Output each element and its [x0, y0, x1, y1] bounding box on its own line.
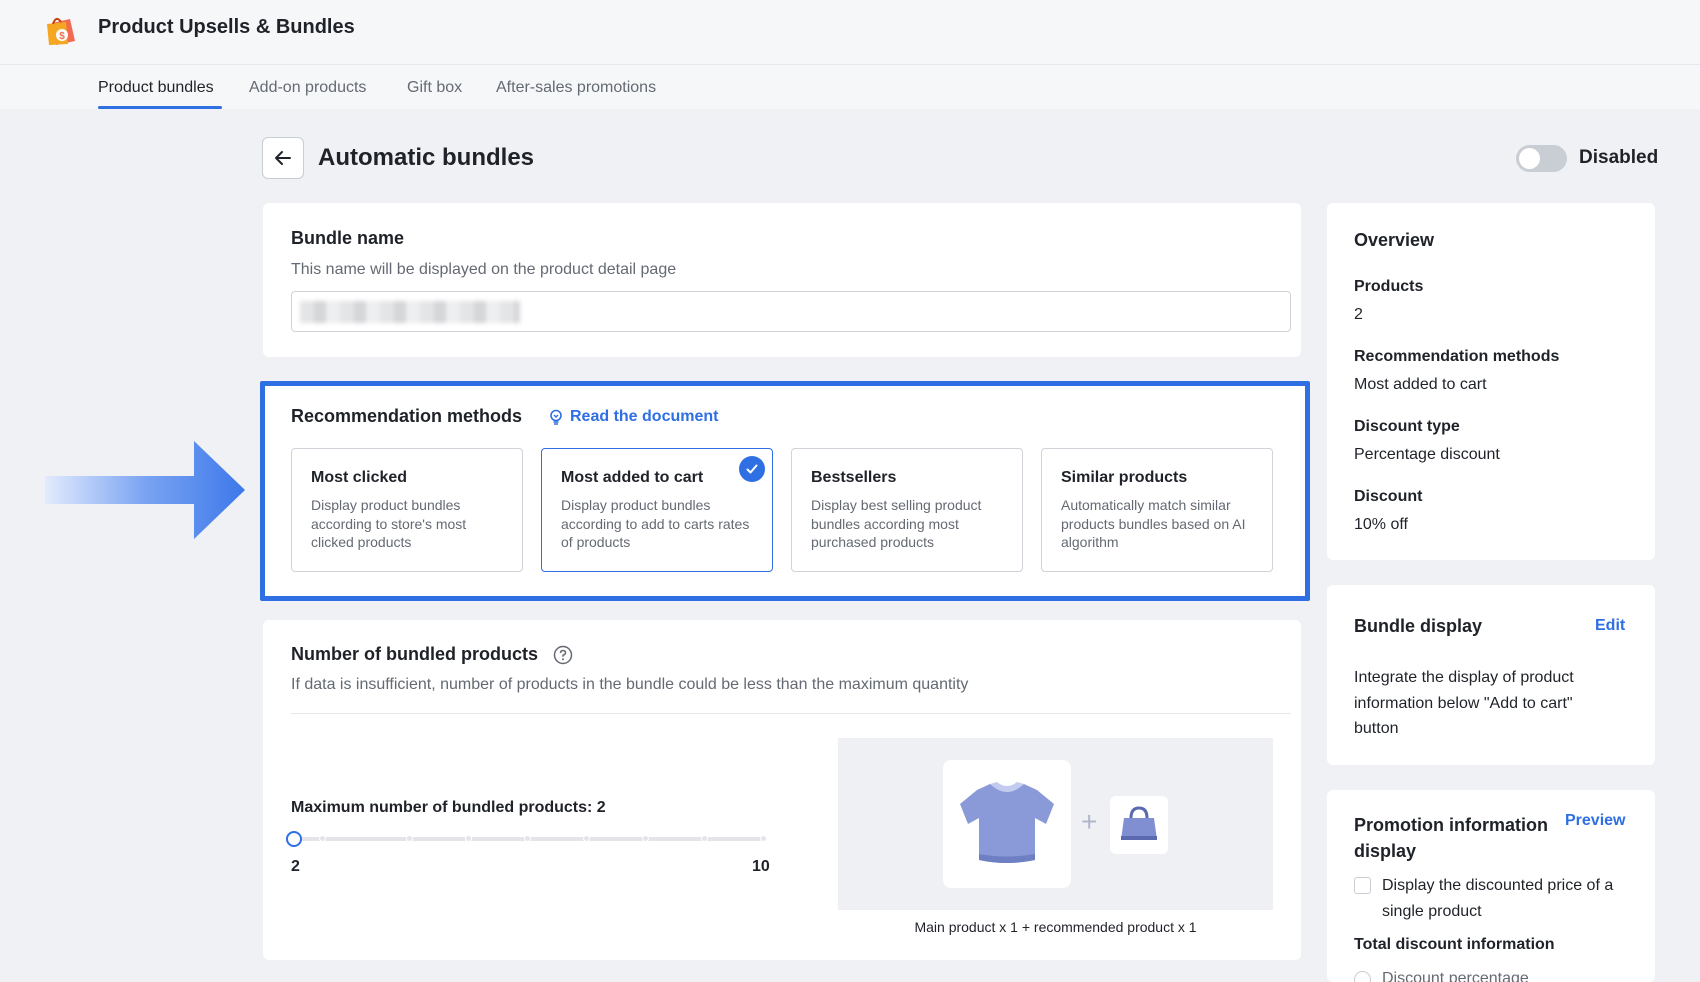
slider-track[interactable] — [291, 835, 767, 842]
method-description: Automatically match similar products bun… — [1061, 497, 1246, 550]
app-title: Product Upsells & Bundles — [98, 16, 355, 38]
discounted-price-checkbox[interactable] — [1354, 877, 1371, 894]
slider-step-dot — [406, 835, 413, 842]
plus-icon: + — [1081, 806, 1098, 837]
overview-label: Recommendation methods — [1354, 348, 1560, 365]
svg-text:$: $ — [59, 31, 65, 42]
method-title: Most clicked — [311, 469, 408, 486]
bundle-name-input[interactable] — [291, 291, 1291, 332]
overview-value: Percentage discount — [1354, 446, 1500, 463]
bundle-display-card: Bundle display Edit Integrate the displa… — [1327, 585, 1655, 765]
bundle-preview: + — [838, 738, 1273, 910]
main-product-thumbnail — [943, 760, 1071, 888]
slider-label: Maximum number of bundled products: 2 — [291, 799, 606, 816]
preview-caption: Main product x 1 + recommended product x… — [914, 919, 1197, 935]
bundle-display-title: Bundle display — [1354, 616, 1483, 636]
overview-label: Discount — [1354, 488, 1423, 505]
slider-min-label: 2 — [291, 858, 300, 875]
tab-add-on-products[interactable]: Add-on products — [249, 79, 366, 97]
top-bar: $ Product Upsells & Bundles — [0, 0, 1700, 64]
slider-step-dot — [583, 835, 590, 842]
tab-gift-box[interactable]: Gift box — [407, 79, 462, 97]
recommendation-methods-card: Recommendation methods Read the document… — [260, 381, 1310, 601]
method-title: Bestsellers — [811, 469, 897, 486]
help-icon[interactable] — [553, 645, 573, 665]
bundle-name-subtitle: This name will be displayed on the produ… — [291, 261, 677, 278]
shirt-icon — [960, 782, 1054, 863]
promotion-preview-link[interactable]: Preview — [1565, 812, 1625, 830]
method-most-clicked[interactable]: Most clicked Display product bundles acc… — [291, 448, 523, 572]
bundled-products-subtitle: If data is insufficient, number of produ… — [291, 676, 969, 693]
enable-toggle[interactable] — [1516, 145, 1567, 172]
read-document-link[interactable]: Read the document — [548, 408, 718, 426]
slider-step-dot — [465, 835, 472, 842]
overview-label: Products — [1354, 278, 1424, 295]
shopping-bag-logo-icon: $ — [47, 18, 75, 45]
promotion-display-card: Promotion information display Preview Di… — [1327, 790, 1655, 982]
slider-max-label: 10 — [752, 858, 770, 875]
total-discount-label: Total discount information — [1354, 936, 1555, 953]
method-title: Similar products — [1061, 469, 1188, 486]
bundle-display-text: Integrate the display of product informa… — [1354, 669, 1574, 737]
discounted-price-label: Display the discounted price of a single… — [1382, 877, 1614, 920]
slider-step-dot — [760, 835, 767, 842]
bundle-name-title: Bundle name — [291, 228, 405, 248]
method-description: Display best selling product bundles acc… — [811, 497, 982, 550]
read-document-label: Read the document — [570, 408, 719, 425]
arrow-left-icon — [275, 151, 291, 165]
overview-value: 2 — [1354, 306, 1363, 323]
arrow-right-icon — [45, 441, 245, 539]
method-title: Most added to cart — [561, 469, 704, 486]
lightbulb-icon — [550, 409, 562, 425]
overview-label: Discount type — [1354, 418, 1460, 435]
promotion-display-title: Promotion information display — [1354, 815, 1548, 861]
method-description: Display product bundles according to sto… — [311, 497, 467, 550]
toggle-knob — [1519, 148, 1540, 169]
toggle-status-label: Disabled — [1579, 147, 1659, 168]
recommendation-methods-title: Recommendation methods — [291, 406, 523, 426]
back-button[interactable] — [262, 137, 304, 179]
slider-handle[interactable] — [286, 831, 302, 847]
recommended-product-thumbnail — [1110, 796, 1168, 854]
handbag-icon — [1121, 806, 1157, 840]
slider-step-dot — [319, 835, 326, 842]
method-most-added-to-cart[interactable]: Most added to cart Display product bundl… — [541, 448, 773, 572]
discount-percentage-radio[interactable] — [1354, 971, 1371, 982]
tab-after-sales-promotions[interactable]: After-sales promotions — [496, 79, 656, 97]
bundled-products-card: Number of bundled products If data is in… — [263, 620, 1301, 960]
discount-percentage-label: Discount percentage — [1382, 970, 1529, 982]
bundle-display-edit-link[interactable]: Edit — [1595, 617, 1625, 635]
slider-step-dot — [701, 835, 708, 842]
tab-product-bundles[interactable]: Product bundles — [98, 79, 214, 97]
bundled-products-title: Number of bundled products — [291, 644, 538, 664]
overview-card: Overview Products 2 Recommendation metho… — [1327, 203, 1655, 560]
slider-step-dot — [524, 835, 531, 842]
divider — [291, 713, 1291, 714]
method-similar-products[interactable]: Similar products Automatically match sim… — [1041, 448, 1273, 572]
bundle-name-card: Bundle name This name will be displayed … — [263, 203, 1301, 357]
active-tab-indicator — [98, 106, 222, 109]
page-title: Automatic bundles — [318, 144, 535, 171]
redacted-value — [300, 301, 520, 323]
selected-check-icon — [739, 456, 765, 482]
overview-value: 10% off — [1354, 516, 1408, 533]
method-description: Display product bundles according to add… — [561, 497, 750, 550]
tab-bar: Product bundles Add-on products Gift box… — [0, 64, 1700, 109]
overview-title: Overview — [1354, 230, 1435, 250]
overview-value: Most added to cart — [1354, 376, 1487, 393]
slider-step-dot — [642, 835, 649, 842]
method-bestsellers[interactable]: Bestsellers Display best selling product… — [791, 448, 1023, 572]
